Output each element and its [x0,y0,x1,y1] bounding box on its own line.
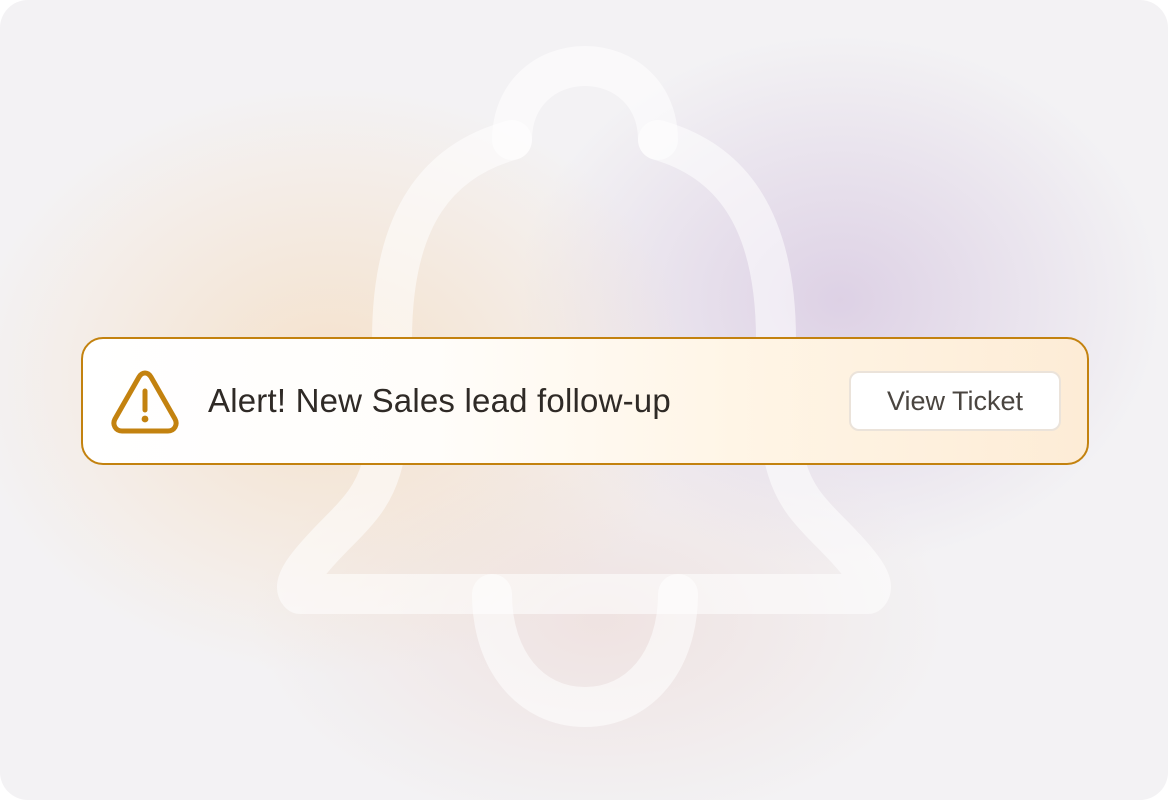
alert-banner: Alert! New Sales lead follow-up View Tic… [81,337,1089,465]
warning-triangle-icon [111,370,179,434]
notification-canvas: Alert! New Sales lead follow-up View Tic… [0,0,1168,800]
alert-message: Alert! New Sales lead follow-up [208,382,671,419]
view-ticket-button[interactable]: View Ticket [849,371,1061,431]
